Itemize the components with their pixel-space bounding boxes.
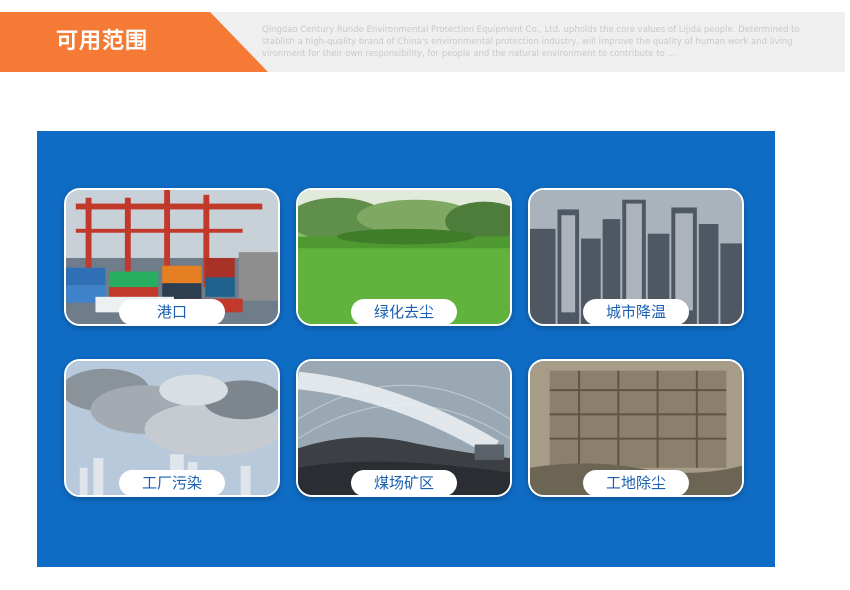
card-coal-yard[interactable]: 煤场矿区 xyxy=(296,359,512,497)
card-label: 工厂污染 xyxy=(119,470,225,495)
card-label: 工地除尘 xyxy=(583,470,689,495)
card-label: 城市降温 xyxy=(583,299,689,324)
card-city-cooling[interactable]: 城市降温 xyxy=(528,188,744,326)
card-label: 绿化去尘 xyxy=(351,299,457,324)
company-intro-text: Qingdao Century Runde Environmental Prot… xyxy=(262,25,800,59)
card-port[interactable]: 港口 xyxy=(64,188,280,326)
page-title: 可用范围 xyxy=(56,29,149,54)
card-label: 港口 xyxy=(119,299,225,324)
card-greening[interactable]: 绿化去尘 xyxy=(296,188,512,326)
card-construction-site[interactable]: 工地除尘 xyxy=(528,359,744,497)
card-label: 煤场矿区 xyxy=(351,470,457,495)
application-scope-panel: 港口 绿化去尘 城市降温 工厂污染 煤场矿区 工地除尘 xyxy=(37,131,775,567)
card-factory-pollution[interactable]: 工厂污染 xyxy=(64,359,280,497)
